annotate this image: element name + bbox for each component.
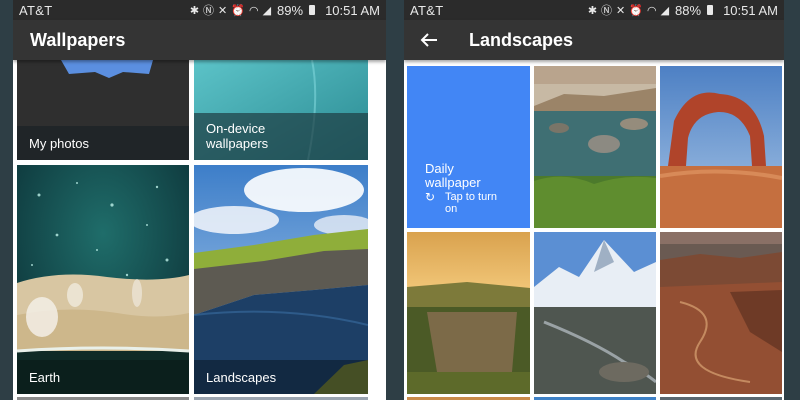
wifi-icon: ◠: [646, 4, 657, 17]
wallpaper-thumbnail[interactable]: [407, 232, 530, 394]
canyon-sunset-image: [407, 232, 530, 394]
landscapes-screen: AT&T ✱ Ⓝ ✕ ⏰ ◠ ◢ 88% 10:51 AM Landscapes…: [404, 0, 784, 400]
alarm-icon: ⏰: [231, 4, 245, 17]
status-bar: AT&T ✱ Ⓝ ✕ ⏰ ◠ ◢ 88% 10:51 AM: [404, 0, 784, 20]
clock: 10:51 AM: [723, 2, 778, 18]
nfc-icon: Ⓝ: [203, 5, 215, 17]
signal-icon: ◢: [262, 4, 272, 17]
page-title: Wallpapers: [30, 29, 126, 50]
wallpapers-screen: AT&T ✱ Ⓝ ✕ ⏰ ◠ ◢ 89% 10:51 AM Wallpapers…: [13, 0, 386, 400]
daily-sub-line1: Tap to turn: [445, 191, 497, 203]
wifi-icon: ◠: [248, 4, 259, 17]
tile-label-line1: On-device: [206, 121, 266, 136]
wallpaper-thumbnail[interactable]: [534, 232, 656, 394]
daily-title-line1: Daily: [425, 161, 454, 176]
tile-earth[interactable]: Earth: [17, 165, 189, 394]
app-bar: Landscapes: [404, 20, 784, 60]
wallpaper-thumbnail[interactable]: [660, 66, 782, 228]
tile-label: On-device wallpapers: [194, 113, 368, 160]
arrow-back-icon: [420, 33, 437, 47]
tile-my-photos[interactable]: My photos: [17, 60, 189, 160]
wallpaper-thumbnail[interactable]: [534, 66, 656, 228]
bluetooth-icon: ✱: [587, 4, 598, 17]
daily-title-line2: wallpaper: [425, 175, 481, 190]
status-icons: ✱ Ⓝ ✕ ⏰ ◠ ◢ 89% 10:51 AM: [190, 2, 380, 18]
alarm-icon: ⏰: [629, 4, 643, 17]
mute-icon: ✕: [616, 4, 626, 17]
carrier-label: AT&T: [19, 2, 53, 18]
bluetooth-icon: ✱: [189, 4, 200, 17]
daily-wallpaper-title: Daily wallpaper: [425, 162, 481, 190]
daily-wallpaper-tile[interactable]: Daily wallpaper ↻ Tap to turn on: [407, 66, 530, 228]
mute-icon: ✕: [218, 4, 228, 17]
carrier-label: AT&T: [410, 2, 444, 18]
tile-label: Landscapes: [194, 360, 368, 394]
tile-landscapes[interactable]: Landscapes: [194, 165, 368, 394]
daily-sub-line2: on: [445, 203, 458, 215]
battery-percent: 89%: [277, 2, 304, 18]
page-title: Landscapes: [469, 29, 574, 50]
nfc-icon: Ⓝ: [601, 5, 613, 17]
status-icons: ✱ Ⓝ ✕ ⏰ ◠ ◢ 88% 10:51 AM: [588, 2, 778, 18]
signal-icon: ◢: [660, 4, 670, 17]
tile-label: Earth: [17, 360, 189, 394]
tile-on-device-wallpapers[interactable]: On-device wallpapers: [194, 60, 368, 160]
battery-percent: 88%: [675, 2, 702, 18]
app-bar: Wallpapers: [13, 20, 386, 60]
tile-label-line2: wallpapers: [206, 136, 269, 151]
desert-canyon-image: [660, 232, 782, 394]
wallpaper-thumbnail[interactable]: [660, 232, 782, 394]
tile-label: My photos: [17, 126, 189, 160]
snowy-mountain-image: [534, 232, 656, 394]
delicate-arch-image: [660, 66, 782, 228]
clock: 10:51 AM: [325, 2, 380, 18]
back-button[interactable]: [409, 20, 449, 60]
battery-icon: [707, 5, 714, 15]
refresh-icon: ↻: [425, 190, 436, 204]
battery-icon: [309, 5, 316, 15]
status-bar: AT&T ✱ Ⓝ ✕ ⏰ ◠ ◢ 89% 10:51 AM: [13, 0, 386, 20]
lake-rocks-image: [534, 66, 656, 228]
daily-wallpaper-subtitle: ↻ Tap to turn on: [425, 191, 497, 215]
daily-subtitle-text: Tap to turn on: [445, 191, 497, 215]
